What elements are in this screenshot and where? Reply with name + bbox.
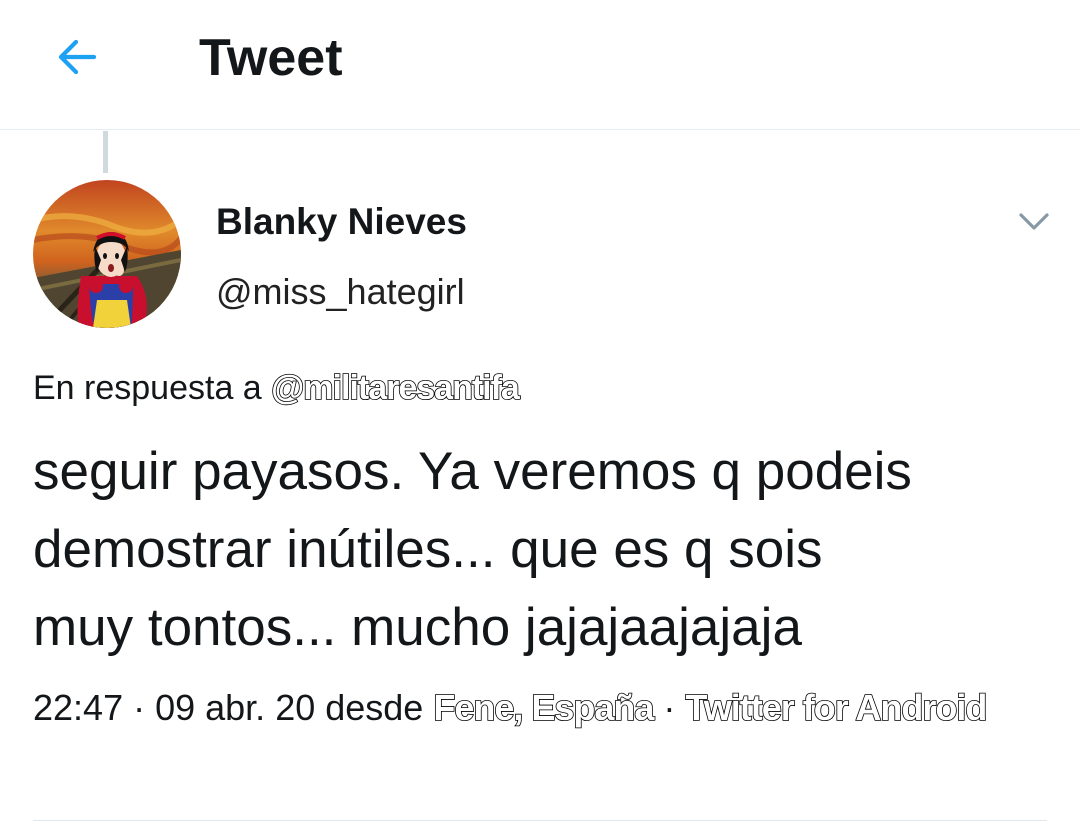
reply-prefix-text: En respuesta a (33, 369, 272, 407)
author-handle[interactable]: @miss_hategirl (216, 268, 465, 316)
author-display-name[interactable]: Blanky Nieves (216, 198, 467, 246)
tweet-text: seguir payasos. Ya veremos q podeis demo… (33, 442, 912, 657)
reply-to-handle-link[interactable]: @militaresantifa (270, 368, 520, 408)
meta-separator: · (123, 687, 156, 728)
arrow-left-icon (58, 39, 97, 75)
tweet-menu-button[interactable] (1010, 198, 1058, 246)
tweet-time: 22:47 (33, 687, 124, 728)
client-source-link[interactable]: Twitter for Android (685, 686, 989, 729)
divider (33, 820, 1047, 821)
back-button[interactable] (46, 26, 108, 88)
thread-connector-line (103, 131, 108, 173)
top-bar: Tweet (0, 0, 1080, 130)
avatar-image (33, 180, 181, 328)
location-link[interactable]: Fene, España (433, 686, 656, 729)
avatar[interactable] (33, 180, 181, 328)
tweet-metadata: 22:47 · 09 abr. 20 desde Fene, España · … (33, 684, 1033, 732)
tweet-date: 09 abr. 20 (155, 687, 316, 728)
meta-separator: · (653, 687, 686, 728)
from-label: desde (315, 687, 434, 728)
reply-context: En respuesta a @militaresantifa (33, 364, 521, 412)
chevron-down-icon (1019, 213, 1049, 230)
page-title: Tweet (199, 29, 343, 87)
